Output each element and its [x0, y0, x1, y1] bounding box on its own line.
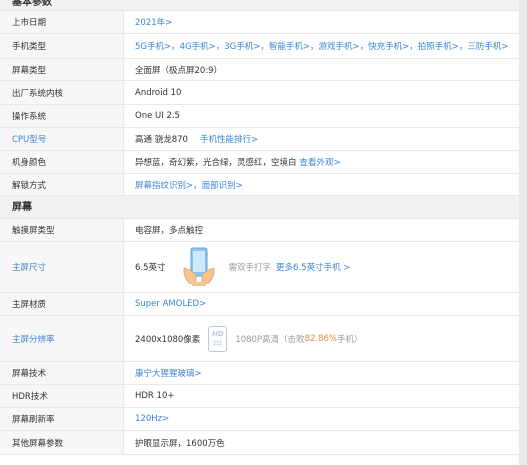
beat-percent: 82.86% — [304, 333, 337, 344]
hd-screen-icon: HD — [208, 325, 228, 352]
resolution-key-link[interactable]: 主屏分辨率 — [0, 316, 124, 361]
spec-value: 6.5英寸 — [135, 263, 166, 273]
spec-key: 出厂系统内核 — [0, 81, 124, 104]
spec-value: 2400x1080像素 — [135, 334, 201, 345]
scrollbar-track[interactable] — [519, 0, 527, 465]
release-year-link[interactable]: 2021年> — [135, 16, 172, 28]
refresh-rate-link[interactable]: 120Hz> — [135, 414, 169, 424]
spec-value: 异想蓝，奇幻紫，光合绿，灵感红，空境白 — [135, 158, 297, 168]
super-amoled-link[interactable]: Super AMOLED> — [135, 299, 206, 309]
two-hand-typing-note: 需双手打字 — [228, 263, 272, 273]
spec-value: 护眼显示屏，1600万色 — [135, 438, 225, 449]
spec-key: 屏幕类型 — [0, 59, 124, 80]
spec-row-color: 机身颜色 异想蓝，奇幻紫，光合绿，灵感红，空境白 查看外观> — [0, 151, 519, 174]
spec-row-screen-tech: 屏幕技术 康宁大猩猩玻璃> — [0, 362, 519, 385]
spec-row-os: 操作系统 One UI 2.5 — [0, 105, 519, 128]
spec-row-unlock: 解锁方式 屏幕指纹识别>，面部识别> — [0, 174, 519, 196]
spec-key: 其他屏幕参数 — [0, 431, 124, 454]
hd-label: HD — [211, 330, 224, 338]
performance-rank-link[interactable]: 手机性能排行> — [200, 133, 258, 145]
spec-key: 机身颜色 — [0, 151, 124, 173]
spec-key: 屏幕刷新率 — [0, 408, 124, 430]
section-basic-params: 基本参数 — [0, 0, 519, 11]
more-65-inch-link[interactable]: 更多6.5英寸手机 > — [276, 261, 350, 273]
spec-value: 全面屏（极点屏20:9） — [135, 65, 223, 76]
spec-value: 高通 骁龙870 — [135, 135, 188, 145]
spec-row-cpu: CPU型号 高通 骁龙870 手机性能排行> — [0, 128, 519, 151]
spec-row-refresh-rate: 屏幕刷新率 120Hz> — [0, 408, 519, 431]
unlock-method-links[interactable]: 屏幕指纹识别>，面部识别> — [135, 179, 243, 191]
resolution-note-suffix: 手机） — [336, 334, 363, 345]
spec-row-kernel: 出厂系统内核 Android 10 — [0, 81, 519, 105]
spec-value: HDR 10+ — [135, 391, 175, 401]
spec-key: 操作系统 — [0, 105, 124, 127]
spec-row-material: 主屏材质 Super AMOLED> — [0, 293, 519, 316]
spec-key: 解锁方式 — [0, 174, 124, 195]
resolution-note-prefix: 1080P高清（击败 — [235, 334, 305, 345]
spec-row-phone-type: 手机类型 5G手机>，4G手机>，3G手机>，智能手机>，游戏手机>，快充手机>… — [0, 34, 519, 59]
spec-key: HDR技术 — [0, 385, 124, 407]
spec-key: 屏幕技术 — [0, 362, 124, 384]
cpu-key-link[interactable]: CPU型号 — [0, 128, 124, 150]
section-screen: 屏幕 — [0, 196, 519, 219]
hand-holding-phone-icon — [178, 246, 220, 288]
gorilla-glass-link[interactable]: 康宁大猩猩玻璃> — [135, 367, 202, 379]
spec-row-release-date: 上市日期 2021年> — [0, 11, 519, 34]
spec-row-resolution: 主屏分辨率 2400x1080像素 HD 1080P高清（击败 82.86% 手机） — [0, 316, 519, 362]
screen-size-key-link[interactable]: 主屏尺寸 — [0, 242, 124, 292]
spec-row-hdr: HDR技术 HDR 10+ — [0, 385, 519, 408]
spec-key: 触摸屏类型 — [0, 219, 124, 241]
spec-value: One UI 2.5 — [135, 111, 180, 121]
view-appearance-link[interactable]: 查看外观> — [300, 156, 341, 168]
spec-row-touch: 触摸屏类型 电容屏，多点触控 — [0, 219, 519, 242]
spec-row-screen-type: 屏幕类型 全面屏（极点屏20:9） — [0, 59, 519, 81]
spec-row-screen-size: 主屏尺寸 6.5英寸 需双手打字 更多6.5英寸手机 > — [0, 242, 519, 293]
spec-row-other-screen: 其他屏幕参数 护眼显示屏，1600万色 — [0, 431, 519, 455]
spec-key: 手机类型 — [0, 34, 124, 58]
spec-key: 主屏材质 — [0, 293, 124, 315]
spec-value: Android 10 — [135, 87, 182, 98]
spec-table: 基本参数 上市日期 2021年> 手机类型 5G手机>，4G手机>，3G手机>，… — [0, 0, 519, 455]
spec-key: 上市日期 — [0, 11, 124, 33]
spec-value: 电容屏，多点触控 — [135, 226, 204, 236]
phone-type-links[interactable]: 5G手机>，4G手机>，3G手机>，智能手机>，游戏手机>，快充手机>，拍照手机… — [135, 40, 508, 52]
